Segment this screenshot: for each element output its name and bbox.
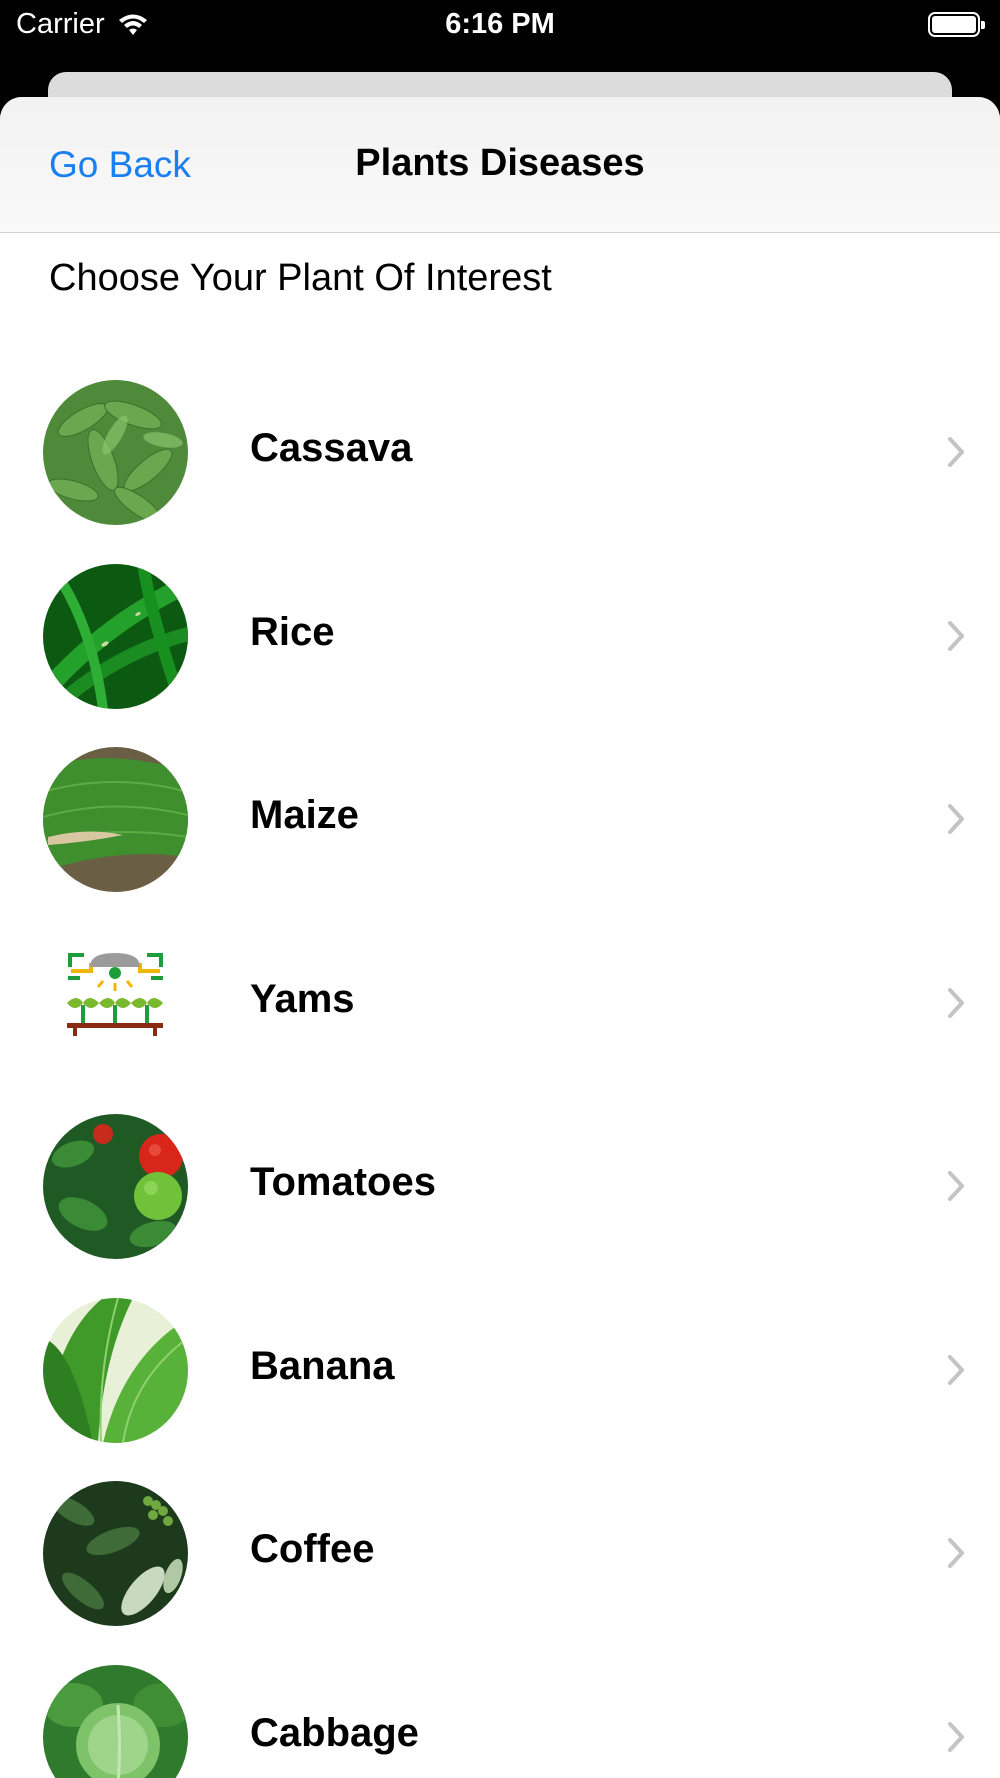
plant-list: Cassava Rice Maize Yams Tomatoes Banana …: [0, 360, 1000, 1778]
battery-icon: [928, 12, 985, 37]
plant-row-maize[interactable]: Maize: [0, 727, 1000, 911]
chevron-right-icon: [948, 1171, 964, 1201]
chevron-right-icon: [948, 1354, 964, 1385]
chevron-right-icon: [948, 1721, 964, 1752]
status-time: 6:16 PM: [445, 8, 555, 40]
chevron-right-icon: [948, 987, 964, 1018]
banana-leaf-thumbnail: [43, 1297, 188, 1443]
plant-label: Yams: [250, 976, 355, 1021]
plant-label: Banana: [250, 1343, 395, 1388]
plant-row-rice[interactable]: Rice: [0, 544, 1000, 728]
navigation-bar: Go Back Plants Diseases: [0, 97, 1000, 233]
plant-label: Maize: [250, 793, 359, 837]
plant-row-coffee[interactable]: Coffee: [0, 1461, 1000, 1645]
page-title: Plants Diseases: [355, 142, 645, 184]
maize-leaf-thumbnail: [43, 747, 188, 892]
rice-leaf-thumbnail: [43, 563, 188, 709]
plant-row-banana[interactable]: Banana: [0, 1278, 1000, 1462]
cassava-leaf-thumbnail: [43, 380, 188, 525]
plant-label: Cassava: [250, 426, 413, 470]
cabbage-thumbnail: [43, 1664, 188, 1778]
chevron-right-icon: [948, 437, 964, 467]
plant-row-cabbage[interactable]: Cabbage: [0, 1645, 1000, 1778]
plant-row-tomatoes[interactable]: Tomatoes: [0, 1094, 1000, 1278]
status-bar: Carrier 6:16 PM: [0, 0, 1000, 50]
chevron-right-icon: [948, 1538, 964, 1568]
plant-label: Tomatoes: [250, 1160, 436, 1204]
plant-label: Coffee: [250, 1527, 375, 1571]
chevron-right-icon: [948, 804, 964, 834]
plant-row-yams[interactable]: Yams: [0, 911, 1000, 1095]
plant-label: Rice: [250, 609, 335, 654]
smart-farm-icon: [43, 930, 188, 1076]
plant-label: Cabbage: [250, 1710, 419, 1755]
tomato-plant-thumbnail: [43, 1114, 188, 1259]
plant-row-cassava[interactable]: Cassava: [0, 360, 1000, 544]
modal-sheet: Go Back Plants Diseases Choose Your Plan…: [0, 97, 1000, 1778]
section-heading: Choose Your Plant Of Interest: [49, 257, 552, 299]
coffee-plant-thumbnail: [43, 1481, 188, 1626]
chevron-right-icon: [948, 620, 964, 651]
